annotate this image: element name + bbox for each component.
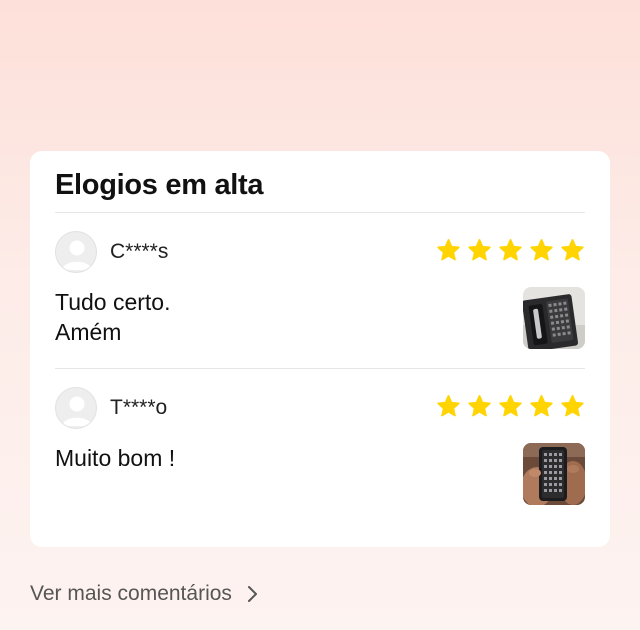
star-icon [530,395,553,417]
divider [55,368,585,369]
reviewer-name: T****o [110,396,168,419]
review-item: C****s Tudo certo. Amém [55,231,585,361]
star-icon [499,239,522,261]
section-title: Elogios em alta [55,169,264,201]
star-icon [468,395,491,417]
chevron-right-icon [247,586,257,602]
user-placeholder-icon [62,240,92,270]
avatar [55,387,97,429]
star-rating [436,394,585,419]
star-icon [437,239,460,261]
product-photo-screwdriver-case-in-hand [523,443,585,505]
star-icon [437,395,460,417]
see-more-label: Ver mais comentários [30,582,232,605]
star-icon [561,395,584,417]
star-icon [499,395,522,417]
star-icon [468,239,491,261]
user-placeholder-icon [62,396,92,426]
product-photo-screwdriver-kit [523,287,585,349]
divider [55,212,585,213]
review-text: Muito bom ! [55,445,176,471]
reviews-card: Elogios em alta C****s Tudo certo. Amém [30,151,610,547]
review-photo[interactable] [523,443,585,505]
star-icon [561,239,584,261]
see-more-comments-link[interactable]: Ver mais comentários [30,582,260,606]
star-icon [530,239,553,261]
review-item: T****o Muito bom ! [55,387,585,517]
star-rating [436,238,585,263]
avatar [55,231,97,273]
review-text: Tudo certo. Amém [55,289,171,345]
reviewer-name: C****s [110,240,169,263]
review-photo[interactable] [523,287,585,349]
